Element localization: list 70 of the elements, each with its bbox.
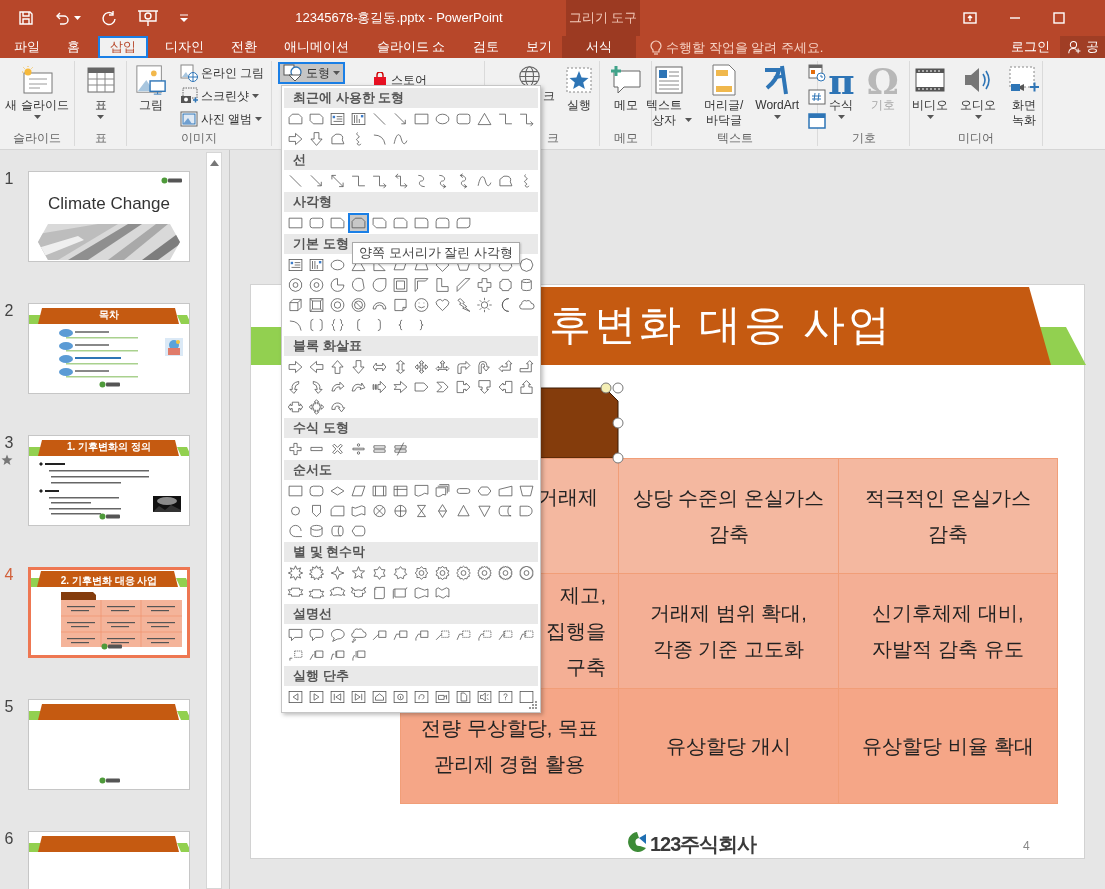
ribbon-tab[interactable]: 보기 <box>516 36 562 58</box>
group-label: 이미지 <box>180 130 218 146</box>
video-button[interactable]: 비디오 <box>907 62 953 121</box>
slide-title: 1. 기후변화의 정의 <box>67 440 151 454</box>
share-button[interactable]: 공 <box>1060 36 1105 58</box>
ribbon-tab[interactable]: 슬라이드 쇼 <box>366 36 456 58</box>
slide-title: 목차 <box>99 308 119 322</box>
section-header: 설명선 <box>284 604 538 624</box>
online-picture-button[interactable]: 온라인 그림 <box>174 62 270 84</box>
slide-number: 4 <box>4 566 15 584</box>
picture-button[interactable]: 그림 <box>128 62 173 115</box>
slide-title: 2. 기후변화 대응 사업 <box>60 574 158 588</box>
window-title: 12345678-홍길동.pptx - PowerPoint <box>294 9 504 27</box>
ribbon-tab[interactable]: 홈 <box>57 36 91 58</box>
group-label: 표 <box>93 130 108 146</box>
group-label: 메모 <box>612 130 639 146</box>
section-header: 실행 단추 <box>284 666 538 686</box>
company-logo: 123주식회사 <box>650 831 757 857</box>
slide-number: 6 <box>4 830 15 848</box>
table-cell: 유상할당 비율 확대 <box>838 688 1058 804</box>
slide-thumbnail[interactable]: 1. 기후변화의 정의 <box>28 435 190 526</box>
photo-album-button[interactable]: 사진 앨범 <box>174 108 270 130</box>
table-cell: 신기후체제 대비, 자발적 감축 유도 <box>838 573 1058 689</box>
ribbon-tab[interactable]: 삽입 <box>97 36 148 58</box>
ribbon-tab[interactable]: 파일 <box>4 36 50 58</box>
slide-number: 5 <box>4 698 15 716</box>
slide-title: 후변화 대응 사업 <box>549 300 894 350</box>
shapes-button[interactable]: 도형 <box>278 62 345 84</box>
table-button[interactable]: 표 <box>80 62 121 121</box>
section-header: 수식 도형 <box>284 418 538 438</box>
tooltip: 양쪽 모서리가 잘린 사각형 <box>352 242 520 264</box>
section-header: 최근에 사용한 도형 <box>284 88 538 108</box>
page-number: 4 <box>1023 839 1030 853</box>
table-cell: 상당 수준의 온실가스 감축 <box>618 458 839 574</box>
group-label: 기호 <box>850 130 877 146</box>
tell-me-field[interactable]: 수행할 작업을 알려 주세요. <box>650 36 836 58</box>
slide-thumbnail[interactable]: 2. 기후변화 대응 사업 <box>28 567 190 658</box>
section-header: 별 및 현수막 <box>284 542 538 562</box>
table-cell: 거래제 범위 확대, 각종 기준 고도화 <box>618 573 839 689</box>
group-label: 미디어 <box>957 130 995 146</box>
action-button[interactable]: 실행 <box>559 62 599 115</box>
slide-thumbnail[interactable]: 목차 <box>28 303 190 394</box>
ribbon-tab[interactable]: 검토 <box>462 36 509 58</box>
ribbon-tab[interactable]: 전환 <box>221 36 268 58</box>
group-label: 텍스트 <box>715 130 754 146</box>
ribbon-tab[interactable]: 서식 <box>562 36 636 58</box>
equation-button[interactable]: π 수식 <box>823 62 860 121</box>
section-header: 사각형 <box>284 192 538 212</box>
sign-in-link[interactable]: 로그인 <box>1001 36 1060 58</box>
context-group-label: 그리기 도구 <box>566 0 640 36</box>
screenshot-button[interactable]: 스크린샷 <box>174 85 270 107</box>
ribbon-tab[interactable]: 디자인 <box>154 36 214 58</box>
section-header: 선 <box>284 150 538 170</box>
slide-number: 1 <box>4 170 15 188</box>
section-header: 순서도 <box>284 460 538 480</box>
slide-number: 3 <box>4 434 15 452</box>
audio-button[interactable]: 오디오 <box>955 62 1001 121</box>
slide-number: 2 <box>4 302 15 320</box>
table-cell: 유상할당 개시 <box>618 688 839 804</box>
group-label: 크 <box>546 130 560 146</box>
header-footer-button[interactable]: 머리글/ 바닥글 <box>698 62 749 130</box>
wordart-button[interactable]: WordArt <box>750 62 805 121</box>
group-label: 슬라이드 <box>12 130 62 146</box>
slide-title: Climate Change <box>47 194 171 214</box>
ribbon-tab[interactable]: 애니메이션 <box>274 36 360 58</box>
new-slide-button[interactable]: 새 슬라이드 <box>0 62 74 121</box>
table-cell: 적극적인 온실가스 감축 <box>838 458 1058 574</box>
slide-thumbnail[interactable]: Climate Change <box>28 171 190 262</box>
screen-recording-button[interactable]: 화면 녹화 <box>1003 62 1045 130</box>
section-header: 블록 화살표 <box>284 336 538 356</box>
